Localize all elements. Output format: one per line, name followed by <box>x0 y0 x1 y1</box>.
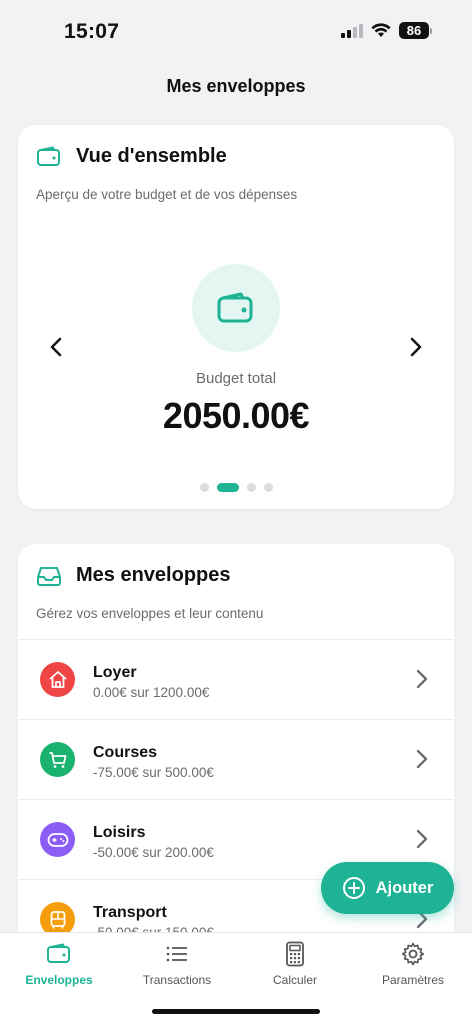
chevron-right-icon <box>416 829 428 849</box>
overview-header: Vue d'ensemble <box>36 145 227 168</box>
envelopes-header: Mes enveloppes <box>36 564 231 587</box>
overview-subtitle: Aperçu de votre budget et de vos dépense… <box>36 187 298 202</box>
gear-icon <box>401 942 425 966</box>
list-icon <box>166 946 187 962</box>
envelope-amount: 0.00€ sur 1200.00€ <box>93 685 210 700</box>
carousel-dot[interactable] <box>199 483 209 492</box>
envelope-amount: -50.00€ sur 200.00€ <box>93 845 214 860</box>
add-button[interactable]: Ajouter <box>321 862 454 914</box>
envelopes-title: Mes enveloppes <box>76 564 231 586</box>
envelope-name: Loyer <box>93 664 137 681</box>
page-title: Mes enveloppes <box>166 76 306 96</box>
battery-icon: 86 <box>399 22 432 39</box>
wifi-icon <box>371 23 391 37</box>
tab-label: Transactions <box>142 973 212 987</box>
gamepad-icon <box>47 832 68 847</box>
status-time: 15:07 <box>64 20 120 43</box>
inbox-icon <box>37 566 61 586</box>
envelope-name: Transport <box>93 904 167 921</box>
envelope-item-courses[interactable]: Courses -75.00€ sur 500.00€ <box>18 719 454 799</box>
chevron-right-icon <box>410 337 422 357</box>
calculator-icon <box>286 941 304 967</box>
tab-transactions[interactable]: Transactions <box>118 941 236 987</box>
envelopes-subtitle: Gérez vos enveloppes et leur contenu <box>36 606 264 621</box>
tab-label: Calculer <box>272 973 317 987</box>
home-icon <box>48 670 67 688</box>
envelope-icon-circle <box>40 662 75 697</box>
status-icons: 86 <box>341 22 432 39</box>
budget-total-label: Budget total <box>195 370 277 387</box>
wallet-icon <box>37 146 60 166</box>
overview-card: Vue d'ensemble Aperçu de votre budget et… <box>18 125 454 509</box>
add-button-label: Ajouter <box>375 878 434 897</box>
chevron-right-icon <box>416 669 428 689</box>
tab-calculer[interactable]: Calculer <box>236 941 354 987</box>
envelope-icon-circle <box>40 742 75 777</box>
chevron-left-icon <box>50 337 62 357</box>
envelope-amount: -75.00€ sur 500.00€ <box>93 765 214 780</box>
carousel-dot[interactable] <box>263 483 273 492</box>
carousel-prev-button[interactable] <box>42 333 70 361</box>
envelope-icon-circle <box>40 822 75 857</box>
carousel-dots[interactable] <box>18 483 454 492</box>
budget-icon-circle <box>192 264 280 352</box>
signal-icon <box>341 23 363 38</box>
chevron-right-icon <box>416 749 428 769</box>
wallet-icon <box>47 943 70 963</box>
budget-total-value: 2050.00€ <box>162 395 310 436</box>
carousel-dot[interactable] <box>246 483 256 492</box>
cart-icon <box>49 751 66 768</box>
battery-level: 86 <box>399 22 429 39</box>
overview-title: Vue d'ensemble <box>76 145 227 167</box>
tab-label: Paramètres <box>381 973 445 987</box>
envelope-name: Courses <box>93 744 158 761</box>
tab-enveloppes[interactable]: Enveloppes <box>0 941 118 987</box>
plus-circle-icon <box>342 877 365 899</box>
bus-icon <box>50 910 65 928</box>
envelope-name: Loisirs <box>93 824 146 841</box>
carousel-next-button[interactable] <box>402 333 430 361</box>
carousel-dot-active[interactable] <box>216 483 239 492</box>
envelope-item-loyer[interactable]: Loyer 0.00€ sur 1200.00€ <box>18 639 454 719</box>
home-indicator <box>152 1009 320 1014</box>
wallet-icon <box>217 292 253 323</box>
tab-label: Enveloppes <box>25 973 93 987</box>
status-bar: 15:07 86 <box>0 0 472 60</box>
tab-parametres[interactable]: Paramètres <box>354 941 472 987</box>
